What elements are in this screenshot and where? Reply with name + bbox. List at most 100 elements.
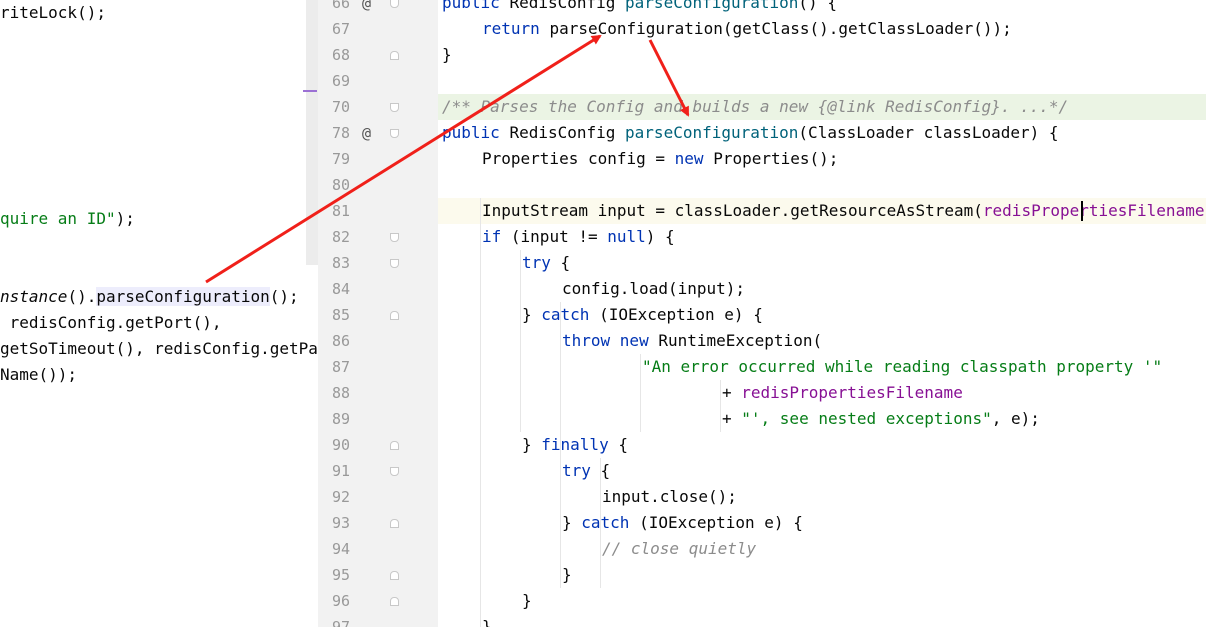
code-line: } finally { <box>522 432 628 458</box>
line-number: 97 <box>331 618 350 627</box>
code-token: Name()); <box>0 365 78 384</box>
fold-toggle-icon[interactable] <box>390 571 399 580</box>
code-token: riteLock(); <box>0 3 106 22</box>
code-line: } <box>522 588 532 614</box>
code-token: } <box>522 591 532 610</box>
line-number: 68 <box>331 46 350 64</box>
line-number: 86 <box>331 332 350 350</box>
code-token: redisPropertiesFilename <box>741 383 963 402</box>
code-token: parseConfiguration <box>625 123 799 142</box>
fold-toggle-icon[interactable] <box>390 467 399 476</box>
code-editor[interactable]: public RedisConfig parseConfiguration () … <box>438 0 1206 627</box>
code-token: new <box>619 331 659 350</box>
line-number: 80 <box>331 176 350 194</box>
code-token: // close quietly <box>602 539 757 558</box>
code-line: config.load(input); <box>562 276 745 302</box>
fold-toggle-icon[interactable] <box>390 519 399 528</box>
code-line: /** Parses the Config and builds a new {… <box>442 94 1068 120</box>
fold-toggle-icon[interactable] <box>390 259 399 268</box>
override-marker-icon[interactable]: @ <box>362 120 371 146</box>
code-line: throw new RuntimeException( <box>562 328 822 354</box>
pane-splitter[interactable] <box>306 0 318 265</box>
code-line: + redisPropertiesFilename <box>722 380 963 406</box>
code-token: null <box>607 227 646 246</box>
code-line: if (input != null) { <box>482 224 675 250</box>
left-editor-pane[interactable]: riteLock(); quire an ID"); nstance().parse… <box>0 0 318 627</box>
left-code-line: getSoTimeout(), redisConfig.getPa <box>0 336 318 362</box>
line-number: 78 <box>331 124 350 142</box>
code-line: InputStream input = classLoader.getResou… <box>482 198 1204 224</box>
code-line: // close quietly <box>602 536 756 562</box>
code-token: } <box>562 513 582 532</box>
code-token: , e); <box>991 409 1040 428</box>
code-token: (input != <box>510 227 608 246</box>
line-number: 96 <box>331 592 350 610</box>
code-token: (); <box>269 287 299 306</box>
line-number: 95 <box>331 566 350 584</box>
code-token: (IOException e) { <box>639 513 803 532</box>
code-token: "', see nested exceptions" <box>741 409 992 428</box>
fold-toggle-icon[interactable] <box>390 51 399 60</box>
code-line: try { <box>562 458 610 484</box>
indent-guide <box>720 380 721 432</box>
left-code-line: Name()); <box>0 362 77 388</box>
code-token: redisPropertiesFilename <box>982 201 1205 220</box>
line-number: 90 <box>331 436 350 454</box>
line-number: 84 <box>331 280 350 298</box>
code-token: } <box>562 565 572 584</box>
code-line: } <box>562 562 572 588</box>
fold-toggle-icon[interactable] <box>390 233 399 242</box>
indent-guide <box>640 354 641 432</box>
fold-toggle-icon[interactable] <box>390 311 399 320</box>
code-line: } catch (IOException e) { <box>562 510 803 536</box>
code-token: public <box>442 0 510 12</box>
code-line: public RedisConfig parseConfiguration() … <box>442 0 837 16</box>
code-token: RedisConfig <box>509 123 626 142</box>
line-number: 91 <box>331 462 350 480</box>
code-token: (IOException e) { <box>599 305 763 324</box>
code-token: redisConfig.getPort(), <box>0 313 222 332</box>
line-number: 89 <box>331 410 350 428</box>
line-number: 67 <box>331 20 350 38</box>
line-number: 94 <box>331 540 350 558</box>
code-line: input.close(); <box>602 484 737 510</box>
override-marker-icon[interactable]: @ <box>362 0 371 16</box>
code-token: /** Parses the Config and builds a new {… <box>442 97 1069 116</box>
code-token: "An error occurred while reading classpa… <box>642 357 1163 376</box>
fold-toggle-icon[interactable] <box>390 129 399 138</box>
line-number: 79 <box>331 150 350 168</box>
code-token: (ClassLoader classLoader) { <box>798 123 1059 142</box>
code-token: catch <box>581 513 640 532</box>
code-token: ) { <box>645 227 675 246</box>
code-token: config.load(input); <box>562 279 746 298</box>
code-line: } catch (IOException e) { <box>522 302 763 328</box>
code-line: } <box>482 614 492 627</box>
code-token: input.close(); <box>602 487 737 506</box>
indent-guide <box>560 432 561 588</box>
code-line: + "', see nested exceptions", e); <box>722 406 1040 432</box>
editor-gutter: 66 67 68 69 70 78 79 80 81 82 83 84 85 86 87 88 89 90 91 92… <box>318 0 438 627</box>
code-token: } <box>522 305 542 324</box>
fold-toggle-icon[interactable] <box>390 103 399 112</box>
code-token: nstance <box>0 287 68 306</box>
code-token: try <box>522 253 561 272</box>
fold-toggle-icon[interactable] <box>390 441 399 450</box>
code-token: (). <box>67 287 97 306</box>
line-number: 83 <box>331 254 350 272</box>
fold-toggle-icon[interactable] <box>390 597 399 606</box>
code-token: parseConfiguration <box>96 287 270 306</box>
code-token: Properties config = <box>482 149 675 168</box>
code-token: } <box>482 617 492 627</box>
code-token: () { <box>798 0 837 12</box>
code-token: + <box>722 409 742 428</box>
fold-toggle-icon[interactable] <box>390 0 399 8</box>
code-token: public <box>442 123 510 142</box>
indent-guide <box>560 302 561 432</box>
line-number: 69 <box>331 72 350 90</box>
code-token: finally <box>541 435 619 454</box>
indent-guide <box>480 198 481 627</box>
indent-guide <box>520 250 521 432</box>
line-number: 66 <box>331 0 350 12</box>
code-token: throw <box>562 331 620 350</box>
code-token: if <box>482 227 511 246</box>
